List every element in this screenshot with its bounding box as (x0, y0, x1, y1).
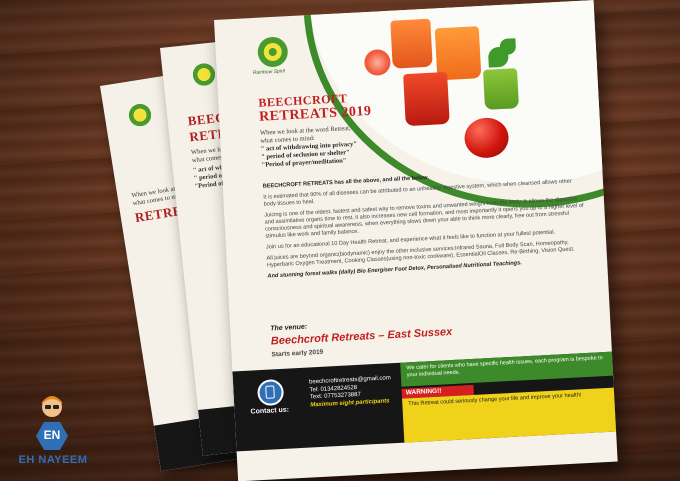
contact-label: Contact us: (250, 406, 290, 416)
orange-juice-glass-icon (390, 18, 433, 69)
grapefruit-icon (363, 48, 392, 77)
flyer-logo-icon (189, 60, 219, 89)
bespoke-panel: We cater for clients who have specific h… (400, 351, 614, 387)
badge-initials: EN (43, 428, 61, 442)
designer-badge: EN EH NAYEEM (8, 394, 98, 478)
quote-list: " act of withdrawing into privacy" " per… (261, 141, 358, 170)
contact-details: beechcroftretreats@gmail.com Tel: 013428… (309, 375, 392, 409)
front-flyer: Rainbow Spirit BEECHCROFT RETREATS 2019 … (214, 0, 618, 481)
badge-name: EH NAYEEM (18, 454, 88, 466)
venue-label: The venue: (270, 323, 308, 333)
badge-logo-icon: EN (36, 422, 68, 450)
logo-caption: Rainbow Spirit (252, 68, 286, 77)
flyer-body: BEECHCROFT RETREATS has all the above, a… (263, 167, 588, 285)
celery-leaf-icon (499, 38, 517, 56)
phone-icon (256, 378, 285, 407)
red-juice-glass-icon (403, 71, 450, 127)
retreat-logo-icon (257, 36, 288, 67)
start-date: Starts early 2019 (271, 348, 324, 359)
flyer-logo-icon (125, 100, 155, 130)
tomato-icon (463, 116, 510, 160)
green-juice-glass-icon (482, 68, 520, 110)
cartoon-avatar-icon (42, 396, 62, 417)
flyer-footer: Contact us: beechcroftretreats@gmail.com… (232, 351, 617, 452)
